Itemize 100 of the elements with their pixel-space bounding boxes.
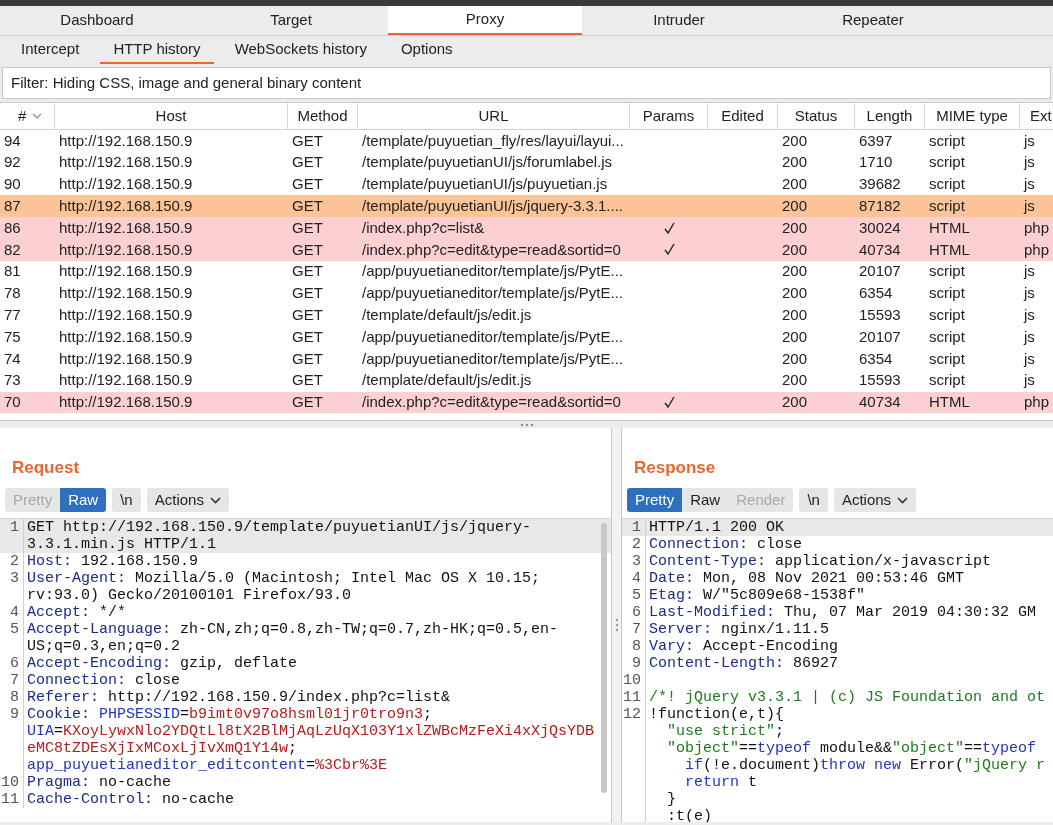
line-number: 3 xyxy=(632,553,641,570)
table-cell: http://192.168.150.9 xyxy=(59,284,193,302)
code-line: Content-Length: 86927 xyxy=(649,655,839,672)
table-row[interactable]: 70 http://192.168.150.9 GET /index.php?c=edit&type=read&sortid=0 200 40734 HTML php xyxy=(0,391,1053,414)
toolbar-button[interactable]: \n xyxy=(799,488,828,512)
table-cell: script xyxy=(929,284,965,302)
table-cell: http://192.168.150.9 xyxy=(59,393,193,411)
tab[interactable]: Options xyxy=(387,36,466,64)
table-cell: js xyxy=(1024,349,1035,367)
column-header[interactable]: Method xyxy=(288,103,358,129)
table-cell: /template/puyuetianUI/js/jquery-3.3.1.... xyxy=(362,197,623,215)
table-cell: GET xyxy=(292,371,323,389)
tab[interactable]: Dashboard xyxy=(0,6,194,35)
table-cell: http://192.168.150.9 xyxy=(59,197,193,215)
table-cell: http://192.168.150.9 xyxy=(59,240,193,258)
table-cell: GET xyxy=(292,240,323,258)
table-cell: http://192.168.150.9 xyxy=(59,153,193,171)
filter-bar[interactable]: Filter: Hiding CSS, image and general binary content xyxy=(2,67,1051,99)
table-cell: 30024 xyxy=(859,218,901,236)
table-cell: GET xyxy=(292,284,323,302)
line-number: 5 xyxy=(10,621,19,638)
table-cell: 200 xyxy=(782,218,808,236)
line-number: 1 xyxy=(10,519,19,536)
line-number: 2 xyxy=(10,553,19,570)
toolbar-button[interactable]: Actions xyxy=(146,488,229,512)
code-line: Cookie: PHPSESSID=b9imt0v97o8hsml01jr0tro9n3; UIA=KXoyLywxNlo2YDQtLl8tX2BlMjAqLzUqX103Y1xlZWBcMzFeXi4xXjQsYDBeMC8tZDEsXjIxMCoxLjIvXmQ1Y14w; app_puyuetianeditor_editcontent=%3Cbr%3E xyxy=(27,706,595,774)
table-cell: 40734 xyxy=(859,393,901,411)
table-cell: GET xyxy=(292,393,323,411)
table-cell: /app/puyuetianeditor/template/js/PytE... xyxy=(362,327,623,345)
table-cell: js xyxy=(1024,153,1035,171)
tab[interactable]: Intruder xyxy=(582,6,776,35)
code-line: Server: nginx/1.11.5 xyxy=(649,621,830,638)
table-row[interactable]: 87 http://192.168.150.9 GET /template/puyuetianUI/js/jquery-3.3.1.... 200 87182 script js xyxy=(0,195,1053,218)
tab[interactable]: Target xyxy=(194,6,388,35)
line-number: 3 xyxy=(10,570,19,587)
tab[interactable]: HTTP history xyxy=(100,36,214,64)
table-cell: js xyxy=(1024,197,1035,215)
code-line: !function(e,t){ xyxy=(649,706,785,723)
table-cell: http://192.168.150.9 xyxy=(59,218,193,236)
tab[interactable]: WebSockets history xyxy=(221,36,380,64)
column-header[interactable]: Ext xyxy=(1020,103,1053,129)
table-row[interactable]: 82 http://192.168.150.9 GET /index.php?c=edit&type=read&sortid=0 200 40734 HTML php xyxy=(0,239,1053,261)
table-cell: /app/puyuetianeditor/template/js/PytE... xyxy=(362,284,623,302)
table-cell: GET xyxy=(292,153,323,171)
table-cell: 78 xyxy=(4,284,21,302)
code-line: Last-Modified: Thu, 07 Mar 2019 04:30:32 GM xyxy=(649,604,1037,621)
table-cell: 15593 xyxy=(859,306,901,324)
column-header[interactable]: Host xyxy=(55,103,288,129)
code-line: Etag: W/"5c809e68-1538f" xyxy=(649,587,866,604)
scrollbar[interactable] xyxy=(601,523,607,793)
tab[interactable]: Repeater xyxy=(776,6,970,35)
toolbar-button[interactable]: Actions xyxy=(833,488,917,512)
table-cell: GET xyxy=(292,218,323,236)
table-cell: http://192.168.150.9 xyxy=(59,371,193,389)
column-header[interactable]: Length xyxy=(855,103,925,129)
code-line: } xyxy=(666,791,676,808)
toolbar-button[interactable]: Raw xyxy=(60,488,107,512)
code-editor[interactable] xyxy=(622,518,1053,822)
table-cell: 94 xyxy=(4,131,21,149)
line-number: 9 xyxy=(632,655,641,672)
table-cell: 90 xyxy=(4,175,21,193)
table-row[interactable]: 86 http://192.168.150.9 GET /index.php?c=list& 200 30024 HTML php xyxy=(0,217,1053,239)
table-cell: /template/default/js/edit.js xyxy=(362,371,532,389)
line-number: 11 xyxy=(623,689,641,706)
tab[interactable]: Intercept xyxy=(8,36,93,64)
table-cell: /index.php?c=edit&type=read&sortid=0 xyxy=(362,393,621,411)
line-number: 1 xyxy=(632,519,641,536)
pane-title: Request xyxy=(11,456,81,479)
code-line: "object"==typeof module&&"object"==typeof xyxy=(666,740,1037,757)
column-header[interactable]: Edited xyxy=(708,103,778,129)
sort-chevron-icon[interactable] xyxy=(32,113,43,119)
table-cell: js xyxy=(1024,371,1035,389)
table-cell: 82 xyxy=(4,240,21,258)
code-line: Host: 192.168.150.9 xyxy=(27,553,199,570)
table-cell: 86 xyxy=(4,218,21,236)
line-number: 5 xyxy=(632,587,641,604)
splitter-handle-icon[interactable] xyxy=(614,618,619,632)
line-number: 6 xyxy=(632,604,641,621)
code-line: Referer: http://192.168.150.9/index.php?c=list& xyxy=(27,689,451,706)
table-cell: js xyxy=(1024,131,1035,149)
line-number: 7 xyxy=(632,621,641,638)
toolbar-button[interactable]: Raw xyxy=(682,488,729,512)
table-cell: 200 xyxy=(782,371,808,389)
column-header[interactable]: MIME type xyxy=(925,103,1020,129)
table-cell: GET xyxy=(292,131,323,149)
table-cell: 77 xyxy=(4,306,21,324)
table-cell: 6354 xyxy=(859,284,893,302)
code-line: Date: Mon, 08 Nov 2021 00:53:46 GMT xyxy=(649,570,965,587)
tab[interactable]: Proxy xyxy=(388,6,582,35)
column-header[interactable]: URL xyxy=(358,103,630,129)
code-line: HTTP/1.1 200 OK xyxy=(649,519,785,536)
code-line: GET http://192.168.150.9/template/puyuetianUI/js/jquery-3.3.1.min.js HTTP/1.1 xyxy=(27,519,532,553)
column-header[interactable]: # xyxy=(18,104,27,128)
toolbar-button[interactable]: Pretty xyxy=(627,488,683,512)
line-number: 4 xyxy=(632,570,641,587)
code-line: Vary: Accept-Encoding xyxy=(649,638,839,655)
splitter-handle-icon[interactable] xyxy=(519,422,534,427)
toolbar-button[interactable]: \n xyxy=(112,488,141,512)
column-header[interactable]: Params xyxy=(630,103,708,129)
column-header[interactable]: Status xyxy=(778,103,855,129)
